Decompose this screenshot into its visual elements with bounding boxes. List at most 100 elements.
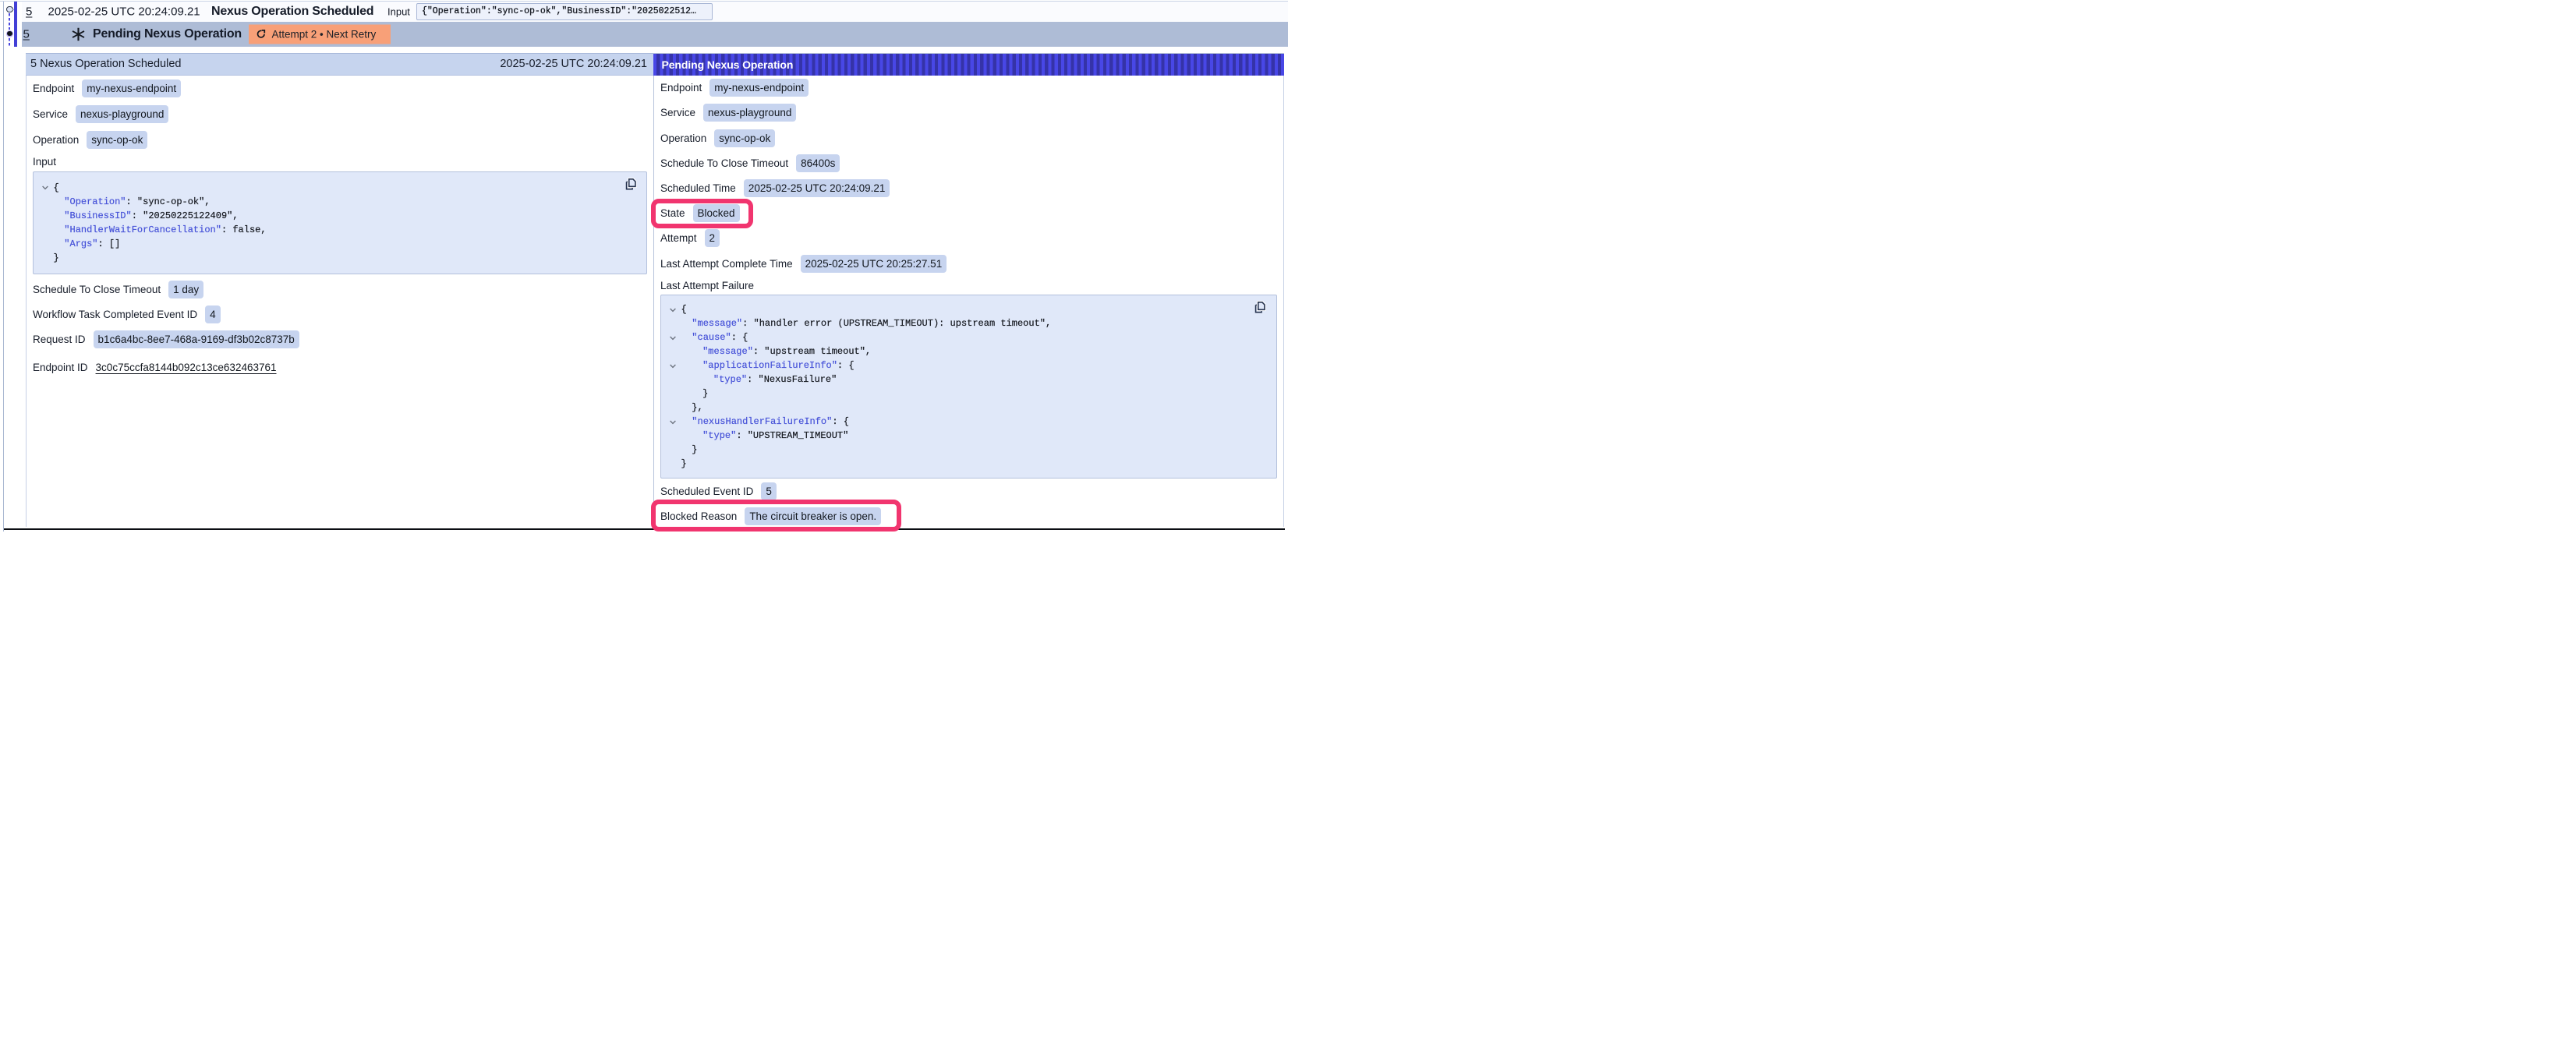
json-value: { — [54, 182, 59, 193]
code-line: "nexusHandlerFailureInfo": { — [661, 415, 1276, 429]
json-value: { — [681, 304, 687, 315]
json-value: : "sync-op-ok", — [126, 196, 211, 207]
field-label: Endpoint ID — [33, 362, 88, 373]
code-line: "type": "UPSTREAM_TIMEOUT" — [661, 429, 1276, 443]
field-label: Scheduled Event ID — [660, 486, 753, 497]
code-line: { — [34, 181, 646, 195]
collapse-chevron-icon[interactable] — [661, 330, 681, 344]
event-detail-card-scheduled: 5 Nexus Operation Scheduled 2025-02-25 U… — [26, 53, 653, 528]
retry-icon — [257, 30, 266, 39]
copy-icon[interactable] — [1254, 301, 1266, 314]
field-row-schedule-to-close-timeout: Schedule To Close Timeout 86400s — [654, 150, 1283, 175]
code-line: } — [661, 457, 1276, 471]
code-gutter — [661, 344, 681, 358]
json-value: } — [702, 388, 708, 399]
event-input-label: Input — [387, 5, 410, 17]
field-row-request-id: Request ID b1c6a4bc-8ee7-468a-9169-df3b02… — [27, 327, 653, 352]
selected-group-indicator — [14, 2, 17, 47]
pending-operation-card: Pending Nexus Operation Endpointmy-nexus… — [653, 53, 1284, 528]
json-value: } — [681, 458, 687, 469]
code-gutter — [34, 251, 54, 265]
field-row-service: Servicenexus-playground — [654, 101, 1283, 125]
left-card-header: 5 Nexus Operation Scheduled 2025-02-25 U… — [26, 53, 653, 76]
field-value-chip: my-nexus-endpoint — [709, 79, 809, 97]
field-row-input: Input — [27, 153, 653, 171]
field-value-chip: b1c6a4bc-8ee7-468a-9169-df3b02c8737b — [94, 330, 299, 348]
timeline-dotted-connector — [9, 38, 10, 48]
code-line: "type": "NexusFailure" — [661, 373, 1276, 387]
code-line: } — [661, 387, 1276, 401]
json-code-block-input: {"Operation": "sync-op-ok","BusinessID":… — [33, 171, 647, 274]
json-value: } — [692, 444, 697, 455]
top-divider — [0, 1, 1288, 2]
retry-badge-label: Attempt 2 • Next Retry — [272, 28, 377, 40]
retry-status-badge: Attempt 2 • Next Retry — [249, 24, 391, 44]
collapse-chevron-icon[interactable] — [661, 415, 681, 429]
event-history-page: 5 2025-02-25 UTC 20:24:09.21 Nexus Opera… — [0, 0, 1288, 532]
field-value-chip: 2025-02-25 UTC 20:24:09.21 — [744, 179, 890, 197]
field-row-scheduled-event-id: Scheduled Event ID5 — [654, 479, 1283, 503]
json-value: : "handler error (UPSTREAM_TIMEOUT): ups… — [742, 318, 1051, 329]
field-label: Input — [33, 156, 56, 168]
json-key: "BusinessID" — [64, 210, 131, 221]
collapse-chevron-icon[interactable] — [661, 358, 681, 373]
field-row-endpoint: Endpointmy-nexus-endpoint — [654, 76, 1283, 101]
field-label: Schedule To Close Timeout — [660, 157, 788, 169]
field-label: Blocked Reason — [660, 510, 737, 522]
field-value-chip: 1 day — [168, 281, 203, 298]
pending-operation-icon — [72, 27, 85, 41]
code-line: "cause": { — [661, 330, 1276, 344]
field-value-chip: 2 — [705, 229, 720, 247]
json-key: "nexusHandlerFailureInfo" — [692, 416, 832, 427]
timeline-event-marker-selected — [6, 30, 13, 37]
field-label: Endpoint — [33, 83, 74, 94]
code-gutter — [661, 457, 681, 471]
copy-icon[interactable] — [625, 178, 637, 191]
event-input-preview: {"Operation":"sync-op-ok","BusinessID":"… — [416, 3, 713, 20]
field-row-endpoint-id: Endpoint ID 3c0c75ccfa8144b092c13ce632463… — [27, 355, 653, 380]
field-label: Scheduled Time — [660, 182, 736, 194]
code-line: "message": "handler error (UPSTREAM_TIME… — [661, 316, 1276, 330]
code-gutter — [661, 429, 681, 443]
field-value-chip: The circuit breaker is open. — [745, 507, 881, 525]
code-gutter — [661, 387, 681, 401]
code-line: { — [661, 302, 1276, 316]
event-id-link[interactable]: 5 — [26, 5, 32, 18]
json-value: : "NexusFailure" — [747, 374, 837, 385]
right-card-title: Pending Nexus Operation — [662, 58, 794, 71]
json-key: "cause" — [692, 332, 731, 343]
field-value-chip: sync-op-ok — [87, 131, 147, 149]
code-gutter — [34, 223, 54, 237]
bottom-divider — [4, 528, 1285, 530]
event-row-nexus-operation-scheduled[interactable]: 5 2025-02-25 UTC 20:24:09.21 Nexus Opera… — [22, 2, 1288, 22]
collapse-chevron-icon[interactable] — [661, 302, 681, 316]
event-row-pending-nexus-operation[interactable]: 5 Pending Nexus Operation Attempt 2 • Ne… — [22, 22, 1288, 47]
json-value: : { — [731, 332, 748, 343]
left-divider — [3, 2, 4, 532]
field-value-chip: 86400s — [796, 154, 840, 172]
event-title: Nexus Operation Scheduled — [211, 5, 373, 19]
field-label: Request ID — [33, 334, 86, 345]
json-key: "message" — [702, 346, 753, 357]
code-line: } — [34, 251, 646, 265]
field-row-attempt: Attempt2 — [654, 226, 1283, 251]
field-row-last-attempt-failure: Last Attempt Failure — [654, 276, 1283, 295]
code-line: } — [661, 443, 1276, 457]
field-value-chip: nexus-playground — [76, 105, 168, 123]
event-id-link[interactable]: 5 — [23, 27, 30, 41]
json-key: "type" — [702, 430, 736, 441]
code-line: "Args": [] — [34, 237, 646, 251]
json-value: : "UPSTREAM_TIMEOUT" — [736, 430, 848, 441]
json-key: "type" — [713, 374, 747, 385]
code-line: "applicationFailureInfo": { — [661, 358, 1276, 373]
field-label: Last Attempt Failure — [660, 280, 754, 291]
json-key: "Args" — [64, 238, 97, 249]
code-gutter — [34, 209, 54, 223]
json-value: : "20250225122409", — [132, 210, 239, 221]
field-row-endpoint: Endpointmy-nexus-endpoint — [27, 76, 653, 101]
event-title: Pending Nexus Operation — [93, 27, 242, 41]
field-label: Last Attempt Complete Time — [660, 258, 793, 270]
field-label: Operation — [33, 134, 79, 146]
collapse-chevron-icon[interactable] — [34, 181, 54, 195]
field-value-link[interactable]: 3c0c75ccfa8144b092c13ce632463761 — [96, 362, 277, 373]
